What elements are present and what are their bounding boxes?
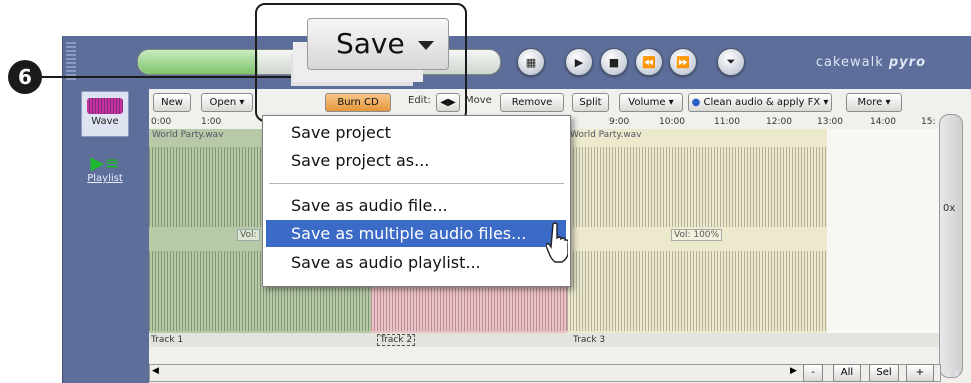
- new-button[interactable]: New: [153, 93, 191, 112]
- speaker-icon[interactable]: ▦: [517, 48, 545, 76]
- playlist-icon: ▶≡: [90, 153, 120, 174]
- ruler-tick: 14:00: [870, 117, 896, 127]
- menu-item-save-project[interactable]: Save project: [291, 123, 391, 142]
- zoom-in-button[interactable]: +: [906, 364, 934, 382]
- remove-button[interactable]: Remove: [500, 93, 564, 112]
- volume-button[interactable]: Volume ▾: [619, 93, 683, 112]
- empty-timeline[interactable]: [827, 129, 939, 341]
- progress-fill: [138, 50, 258, 74]
- save-label: Save: [336, 27, 405, 60]
- menu-item-save-audio-playlist[interactable]: Save as audio playlist...: [291, 253, 481, 272]
- ruler-tick: 10:00: [659, 117, 685, 127]
- clip-volume-label[interactable]: Vol:: [237, 229, 260, 241]
- wave-icon: [87, 98, 123, 114]
- track-name[interactable]: Track 2: [377, 334, 416, 346]
- clip-volume-label[interactable]: Vol: 100%: [671, 229, 723, 241]
- clean-audio-label: Clean audio & apply FX: [703, 97, 821, 108]
- save-button[interactable]: Save: [307, 18, 449, 70]
- stereo-label: L R: [947, 370, 960, 379]
- sidebar-item-playlist[interactable]: ▶≡ Playlist: [83, 153, 127, 185]
- menu-separator: [269, 183, 564, 184]
- step-number-badge: 6: [8, 60, 42, 94]
- rewind-icon[interactable]: ⏪: [635, 48, 663, 76]
- eject-icon[interactable]: ⏷: [717, 48, 745, 76]
- zoom-out-button[interactable]: -: [803, 364, 823, 382]
- ruler-tick: 12:00: [766, 117, 792, 127]
- stop-icon[interactable]: ■: [600, 48, 628, 76]
- waveform: [567, 147, 827, 227]
- ruler-tick: 15:: [921, 117, 936, 127]
- ruler-tick: 1:00: [201, 117, 222, 127]
- menu-item-save-audio-file[interactable]: Save as audio file...: [291, 196, 448, 215]
- ruler-tick: 13:00: [817, 117, 843, 127]
- waveform: [567, 251, 827, 331]
- clip-filename: World Party.wav: [152, 130, 224, 140]
- volume-slider-label: 0x: [943, 203, 956, 214]
- split-button[interactable]: Split: [572, 93, 609, 112]
- ruler-tick: 11:00: [714, 117, 740, 127]
- sidebar-item-wave[interactable]: Wave: [81, 91, 129, 137]
- scroll-left-icon[interactable]: ◀: [152, 366, 159, 376]
- open-label: Open: [209, 97, 237, 108]
- clip-track-3[interactable]: World Party.wav Vol: 100%: [567, 129, 827, 341]
- more-button[interactable]: More ▾: [846, 93, 902, 112]
- move-label: Move: [465, 95, 492, 106]
- zoom-selection-button[interactable]: Sel: [869, 364, 899, 382]
- ruler-tick: 9:00: [609, 117, 630, 127]
- track-name: Track 3: [573, 335, 606, 345]
- menu-item-save-project-as[interactable]: Save project as...: [291, 151, 429, 170]
- play-icon[interactable]: ▶: [565, 48, 593, 76]
- menu-item-save-multiple-audio-files[interactable]: Save as multiple audio files...: [291, 224, 526, 243]
- hand-cursor-icon: [546, 222, 568, 263]
- more-label: More: [857, 97, 883, 108]
- fx-icon: ●: [691, 97, 701, 108]
- fast-forward-icon[interactable]: ⏩: [669, 48, 697, 76]
- volume-label: Volume: [628, 97, 666, 108]
- sidebar-item-label: Wave: [91, 116, 119, 127]
- sidebar: Wave ▶≡ Playlist: [79, 89, 129, 383]
- clean-audio-button[interactable]: ● Clean audio & apply FX ▾: [688, 93, 832, 112]
- ruler-tick: 0:00: [151, 117, 172, 127]
- volume-slider[interactable]: 0x: [939, 114, 963, 378]
- brand-logo: cakewalk pyro: [815, 55, 926, 70]
- open-button[interactable]: Open ▾: [201, 93, 253, 112]
- window-grip[interactable]: [66, 42, 76, 80]
- save-dropdown-menu: Save project Save project as... Save as …: [262, 115, 571, 287]
- track-name: Track 1: [151, 335, 184, 345]
- track-name-bar: Track 1 Track 2 Track 3: [149, 333, 939, 347]
- chevron-down-icon[interactable]: [418, 41, 434, 50]
- sidebar-item-label: Playlist: [87, 173, 123, 184]
- clip-filename: World Party.wav: [570, 130, 642, 140]
- scroll-right-icon[interactable]: ▶: [790, 366, 797, 376]
- zoom-all-button[interactable]: All: [833, 364, 861, 382]
